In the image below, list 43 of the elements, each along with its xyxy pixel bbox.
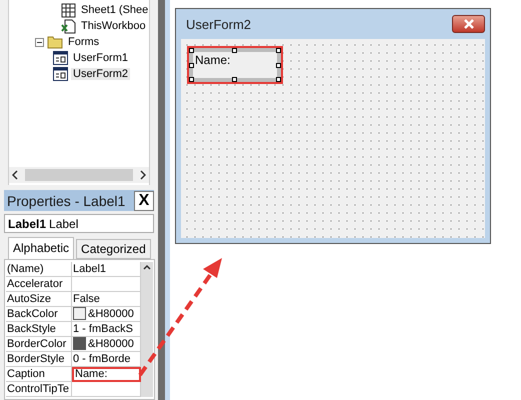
horizontal-scrollbar[interactable] <box>9 167 149 184</box>
workbook-icon <box>61 18 76 34</box>
close-button[interactable] <box>452 15 485 33</box>
value-text: 0 - fmBorde <box>73 352 130 365</box>
property-name: ControlTipTe <box>6 382 72 397</box>
property-name: BorderColor <box>6 336 72 352</box>
property-name: (Name) <box>6 262 72 277</box>
scroll-right-icon[interactable] <box>140 170 146 180</box>
close-button[interactable]: X <box>134 190 154 211</box>
tree-item[interactable]: UserForm2 <box>71 68 130 80</box>
tab[interactable]: Categorized <box>76 238 151 259</box>
value-text: 1 - fmBackS <box>73 322 133 335</box>
property-name: Accelerator <box>6 276 72 292</box>
vertical-scrollbar[interactable] <box>141 262 153 397</box>
form-icon <box>53 67 68 81</box>
value-text: &H80000 <box>88 308 134 320</box>
folder-icon <box>47 35 63 49</box>
value-text: &H80000 <box>88 338 134 350</box>
property-name: BackColor <box>6 306 72 322</box>
property-name: Caption <box>6 366 72 382</box>
property-name: BackStyle <box>6 322 72 337</box>
panel-title: Properties - Label1 <box>7 192 126 209</box>
collapse-icon[interactable] <box>35 38 44 46</box>
value-text: False <box>73 292 100 305</box>
label-control[interactable]: Name: <box>187 46 283 84</box>
property-value[interactable]: &H80000 <box>72 336 141 352</box>
value-text: Name: <box>75 368 108 380</box>
spreadsheet-icon <box>61 2 76 18</box>
property-name: BorderStyle <box>6 352 72 367</box>
value-text: Label1 <box>73 262 106 275</box>
tab[interactable]: Alphabetic <box>8 236 74 259</box>
tree-item[interactable]: UserForm1 <box>71 52 130 64</box>
tree-item[interactable]: Sheet1 (Shee <box>79 4 150 16</box>
tree-item[interactable]: Forms <box>66 36 102 48</box>
tree-item[interactable]: ThisWorkboo <box>79 20 148 32</box>
property-name: AutoSize <box>6 292 72 307</box>
object-dropdown[interactable]: Label1 Label <box>4 214 154 233</box>
form-icon <box>53 51 68 65</box>
close-icon <box>462 19 474 29</box>
scroll-left-icon[interactable] <box>12 170 18 180</box>
property-value[interactable]: &H80000 <box>72 306 141 322</box>
window-title: UserForm2 <box>186 16 252 32</box>
property-value[interactable]: Name: <box>72 366 141 382</box>
